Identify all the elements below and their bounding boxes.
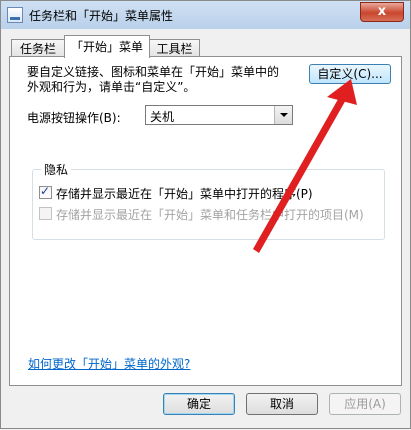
- tab-strip: 任务栏 「开始」菜单 工具栏: [9, 35, 402, 58]
- ok-button[interactable]: 确定: [163, 393, 235, 415]
- close-button[interactable]: x: [360, 2, 404, 22]
- cancel-button[interactable]: 取消: [246, 393, 318, 415]
- title-bar[interactable]: 任务栏和「开始」菜单属性 x: [1, 1, 410, 29]
- tab-toolbars[interactable]: 工具栏: [149, 39, 200, 57]
- properties-dialog: 任务栏和「开始」菜单属性 x 任务栏 「开始」菜单 工具栏 要自定义链接、图标和…: [0, 0, 411, 429]
- description-text: 要自定义链接、图标和菜单在「开始」菜单中的 外观和行为，请单击“自定义”。: [27, 65, 280, 94]
- customize-button[interactable]: 自定义(C)...: [309, 64, 391, 84]
- dialog-client: 任务栏 「开始」菜单 工具栏 要自定义链接、图标和菜单在「开始」菜单中的 外观和…: [9, 29, 402, 421]
- window-title: 任务栏和「开始」菜单属性: [29, 9, 174, 23]
- privacy-group-label: 隐私: [41, 161, 72, 178]
- store-recent-items-checkbox: [39, 207, 52, 220]
- store-recent-programs-checkbox[interactable]: [39, 184, 52, 199]
- chevron-down-icon[interactable]: [274, 106, 292, 124]
- help-link[interactable]: 如何更改「开始」菜单的外观?: [28, 355, 190, 372]
- store-recent-items-label: 存储并显示最近在「开始」菜单和任务栏中打开的项目(M): [56, 208, 364, 222]
- tab-start-menu[interactable]: 「开始」菜单: [64, 35, 150, 58]
- taskbar-icon: [7, 7, 23, 23]
- power-button-dropdown[interactable]: 关机: [145, 105, 293, 125]
- privacy-group: [32, 169, 385, 240]
- power-selected-value: 关机: [150, 110, 175, 124]
- store-recent-programs-label[interactable]: 存储并显示最近在「开始」菜单中打开的程序(P): [56, 185, 313, 202]
- apply-button: 应用(A): [329, 393, 401, 415]
- tab-taskbar[interactable]: 任务栏: [11, 39, 65, 57]
- power-button-label: 电源按钮操作(B):: [27, 111, 121, 125]
